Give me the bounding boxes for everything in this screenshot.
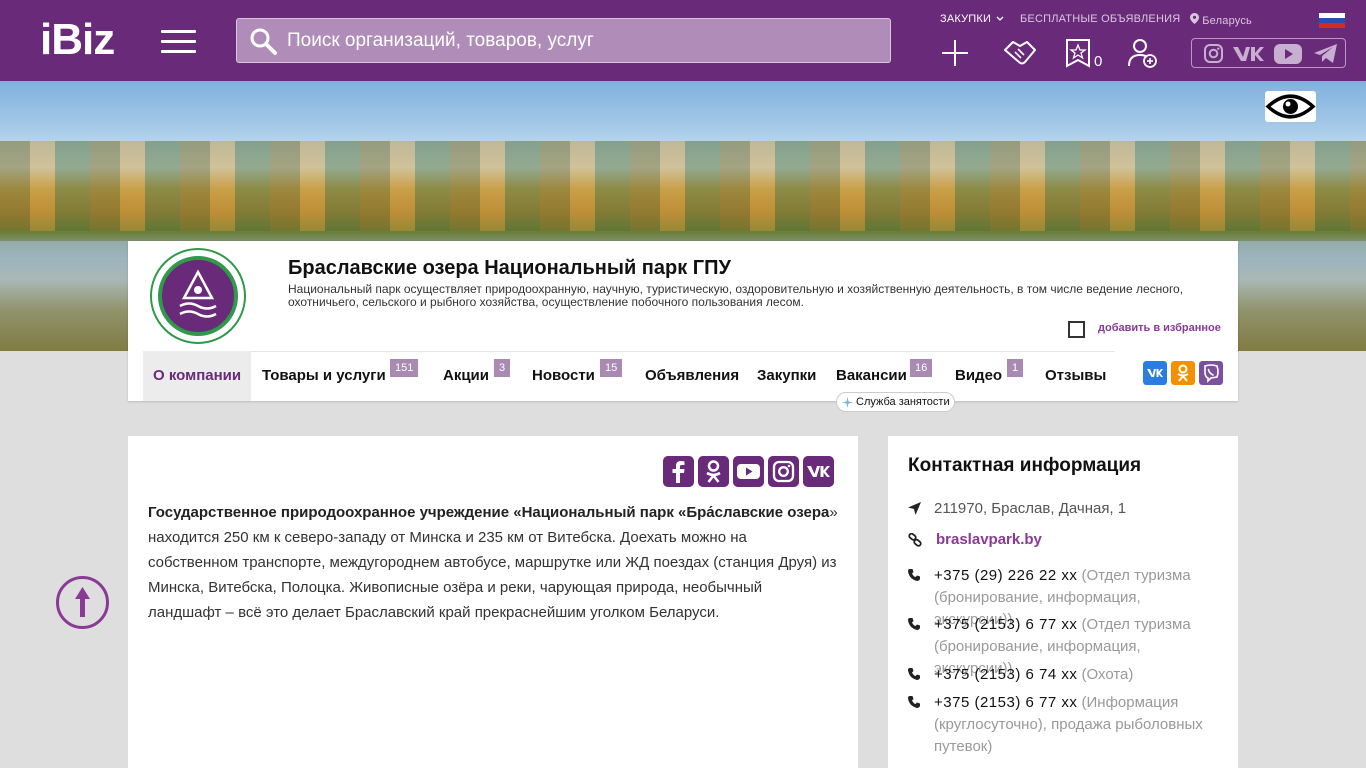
phone-icon xyxy=(908,696,920,708)
youtube-icon[interactable] xyxy=(1274,44,1302,64)
location-pin-icon xyxy=(1190,13,1199,24)
employment-service-tooltip[interactable]: Служба занятости xyxy=(836,392,955,412)
odnoklassniki-icon[interactable] xyxy=(698,456,729,487)
tab-about[interactable]: О компании xyxy=(143,351,252,401)
contact-phone-3: +375 (2153) 6 74 xx (Охота) xyxy=(908,664,1218,686)
video-count-badge: 1 xyxy=(1007,359,1024,377)
top-header: iBiz ЗАКУПКИ БЕСПЛАТНЫЕ ОБЪЯВЛЕНИЯ Белар… xyxy=(0,0,1366,81)
share-viber-icon[interactable] xyxy=(1199,361,1223,385)
add-favorite-link[interactable]: добавить в избранное xyxy=(1098,322,1221,334)
menu-icon[interactable] xyxy=(161,30,196,54)
sparkle-icon xyxy=(842,397,853,408)
tab-video[interactable]: Видео xyxy=(955,351,1002,401)
tab-news[interactable]: Новости xyxy=(532,351,595,401)
scroll-up-button[interactable] xyxy=(56,576,109,629)
arrow-up-icon xyxy=(75,587,90,617)
company-logo xyxy=(150,248,246,344)
free-ads-link[interactable]: БЕСПЛАТНЫЕ ОБЪЯВЛЕНИЯ xyxy=(1020,13,1180,25)
promotions-count-badge: 3 xyxy=(494,359,511,377)
navigation-arrow-icon xyxy=(908,502,921,515)
instagram-social-icon[interactable] xyxy=(768,456,799,487)
chevron-down-icon xyxy=(996,16,1004,21)
phone-icon xyxy=(908,668,920,680)
instagram-icon[interactable] xyxy=(1204,44,1223,63)
phone-number[interactable]: +375 (2153) 6 77 xx xyxy=(934,694,1077,711)
tab-promotions[interactable]: Акции xyxy=(443,351,489,401)
search-box[interactable] xyxy=(236,18,891,63)
banner-trees xyxy=(0,141,1366,231)
header-social-links xyxy=(1191,38,1346,68)
contact-address: 211970, Браслав, Дачная, 1 xyxy=(908,498,1218,520)
link-icon xyxy=(908,533,922,547)
tab-ads[interactable]: Объявления xyxy=(645,351,739,401)
telegram-icon[interactable] xyxy=(1314,44,1338,64)
user-add-icon[interactable] xyxy=(1128,38,1158,68)
about-body-text: » находится 250 км к северо-западу от Ми… xyxy=(148,504,838,621)
news-count-badge: 15 xyxy=(600,359,623,377)
contact-phone-4: +375 (2153) 6 77 xx (Информация (круглос… xyxy=(908,692,1218,758)
favorite-checkbox[interactable] xyxy=(1068,321,1085,338)
phone-icon xyxy=(908,569,920,581)
vk-icon[interactable] xyxy=(1232,45,1264,63)
website-link[interactable]: braslavpark.by xyxy=(936,531,1042,548)
company-title: Браславские озера Национальный парк ГПУ xyxy=(288,257,731,279)
handshake-icon[interactable] xyxy=(1003,38,1037,68)
vacancies-count-badge: 16 xyxy=(910,359,933,377)
tab-purchases[interactable]: Закупки xyxy=(757,351,816,401)
site-logo[interactable]: iBiz xyxy=(40,16,115,64)
about-text: Государственное природоохранное учрежден… xyxy=(148,500,838,625)
share-ok-icon[interactable] xyxy=(1171,361,1195,385)
youtube-social-icon[interactable] xyxy=(733,456,764,487)
contacts-title: Контактная информация xyxy=(908,455,1142,476)
company-description: Национальный парк осуществляет природоох… xyxy=(288,282,1184,309)
about-bold-text: Государственное природоохранное учрежден… xyxy=(148,504,830,521)
region-selector[interactable]: Беларусь xyxy=(1190,13,1252,27)
phone-number[interactable]: +375 (29) 226 22 xx xyxy=(934,567,1077,584)
favorites-star-icon[interactable] xyxy=(1065,38,1091,68)
products-count-badge: 151 xyxy=(390,359,419,377)
contacts-panel: Контактная информация 211970, Браслав, Д… xyxy=(888,436,1238,768)
phone-number[interactable]: +375 (2153) 6 77 xx xyxy=(934,616,1077,633)
accessibility-eye-icon[interactable] xyxy=(1265,91,1316,122)
phone-icon xyxy=(908,618,920,630)
purchases-link[interactable]: ЗАКУПКИ xyxy=(940,13,1004,25)
share-vk-icon[interactable] xyxy=(1143,361,1167,385)
contact-website: braslavpark.by xyxy=(908,529,1218,551)
language-flag-icon[interactable] xyxy=(1319,13,1345,28)
phone-number[interactable]: +375 (2153) 6 74 xx xyxy=(934,666,1077,683)
tab-reviews[interactable]: Отзывы xyxy=(1045,351,1106,401)
about-panel: Государственное природоохранное учрежден… xyxy=(128,436,858,768)
facebook-icon[interactable] xyxy=(663,456,694,487)
search-icon xyxy=(250,28,277,55)
company-card: Браславские озера Национальный парк ГПУ … xyxy=(128,241,1238,412)
search-input[interactable] xyxy=(287,19,882,62)
vk-social-icon[interactable] xyxy=(803,456,834,487)
tab-products[interactable]: Товары и услуги xyxy=(262,351,386,401)
favorites-count: 0 xyxy=(1094,53,1103,70)
add-icon[interactable] xyxy=(940,38,970,68)
